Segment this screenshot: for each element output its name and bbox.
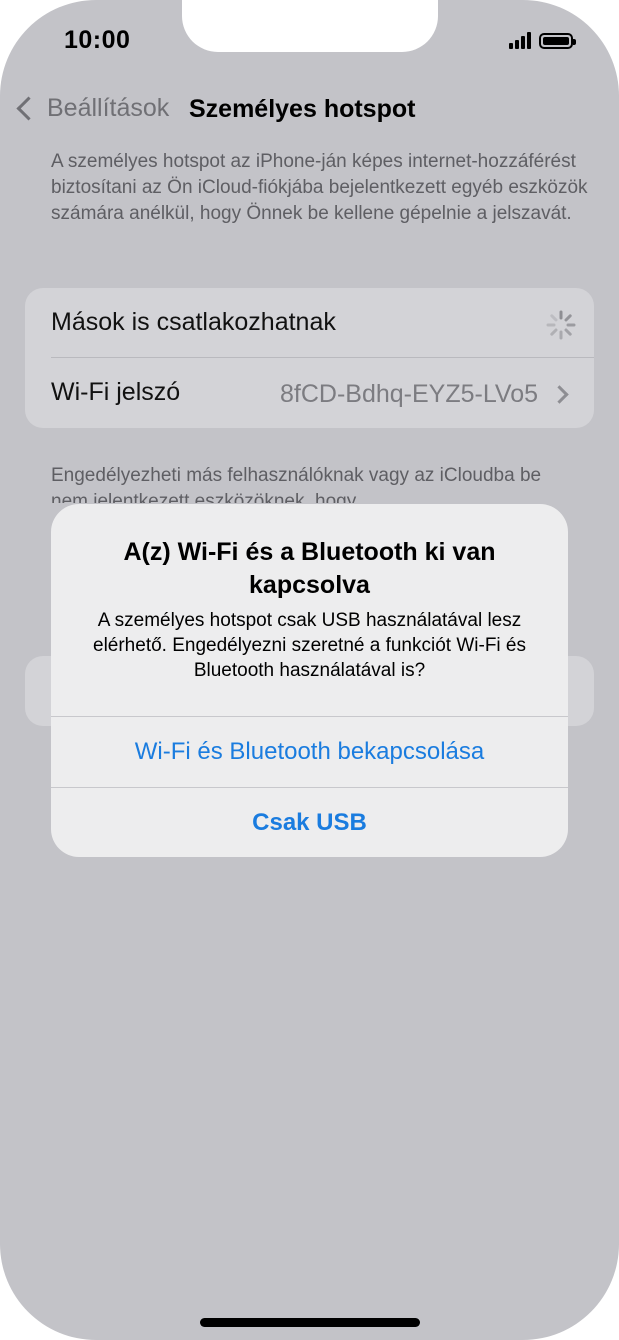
alert-dialog: A(z) Wi-Fi és a Bluetooth ki van kapcsol…	[51, 504, 568, 857]
enable-wifi-bluetooth-button[interactable]: Wi-Fi és Bluetooth bekapcsolása	[51, 717, 568, 787]
allow-others-footer: Engedélyezheti más felhasználóknak vagy …	[51, 465, 542, 503]
chevron-left-icon	[16, 96, 41, 121]
battery-icon	[539, 33, 576, 49]
back-button[interactable]: Beállítások	[14, 94, 169, 123]
back-button-label: Beállítások	[47, 94, 170, 122]
loading-spinner-icon	[546, 310, 576, 340]
notch	[182, 0, 438, 52]
page-title: Személyes hotspot	[189, 95, 416, 123]
alert-title: A(z) Wi-Fi és a Bluetooth ki van kapcsol…	[123, 538, 496, 599]
allow-others-label: Mások is csatlakozhatnak	[51, 308, 336, 336]
hotspot-description: A személyes hotspot az iPhone-ján képes …	[51, 151, 588, 224]
alert-message: A személyes hotspot csak USB használatáv…	[93, 610, 526, 681]
usb-only-button[interactable]: Csak USB	[51, 788, 568, 857]
chevron-right-icon	[550, 385, 569, 404]
status-icons	[509, 31, 576, 49]
wifi-password-row[interactable]: Wi-Fi jelszó 8fCD-Bdhq-EYZ5-LVo5	[25, 358, 594, 428]
home-indicator[interactable]	[200, 1318, 420, 1327]
wifi-password-label: Wi-Fi jelszó	[51, 378, 181, 406]
status-time: 10:00	[64, 26, 131, 54]
phone-screen: 10:00 Beállítások Személyes hotspot A sz…	[0, 0, 619, 1340]
navigation-bar: Beállítások Személyes hotspot	[0, 88, 619, 132]
wifi-password-value: 8fCD-Bdhq-EYZ5-LVo5	[280, 380, 538, 408]
allow-others-row[interactable]: Mások is csatlakozhatnak	[25, 288, 594, 358]
cellular-signal-icon	[509, 31, 531, 49]
settings-group: Mások is csatlakozhatnak Wi-Fi jelszó 8f…	[25, 288, 594, 428]
